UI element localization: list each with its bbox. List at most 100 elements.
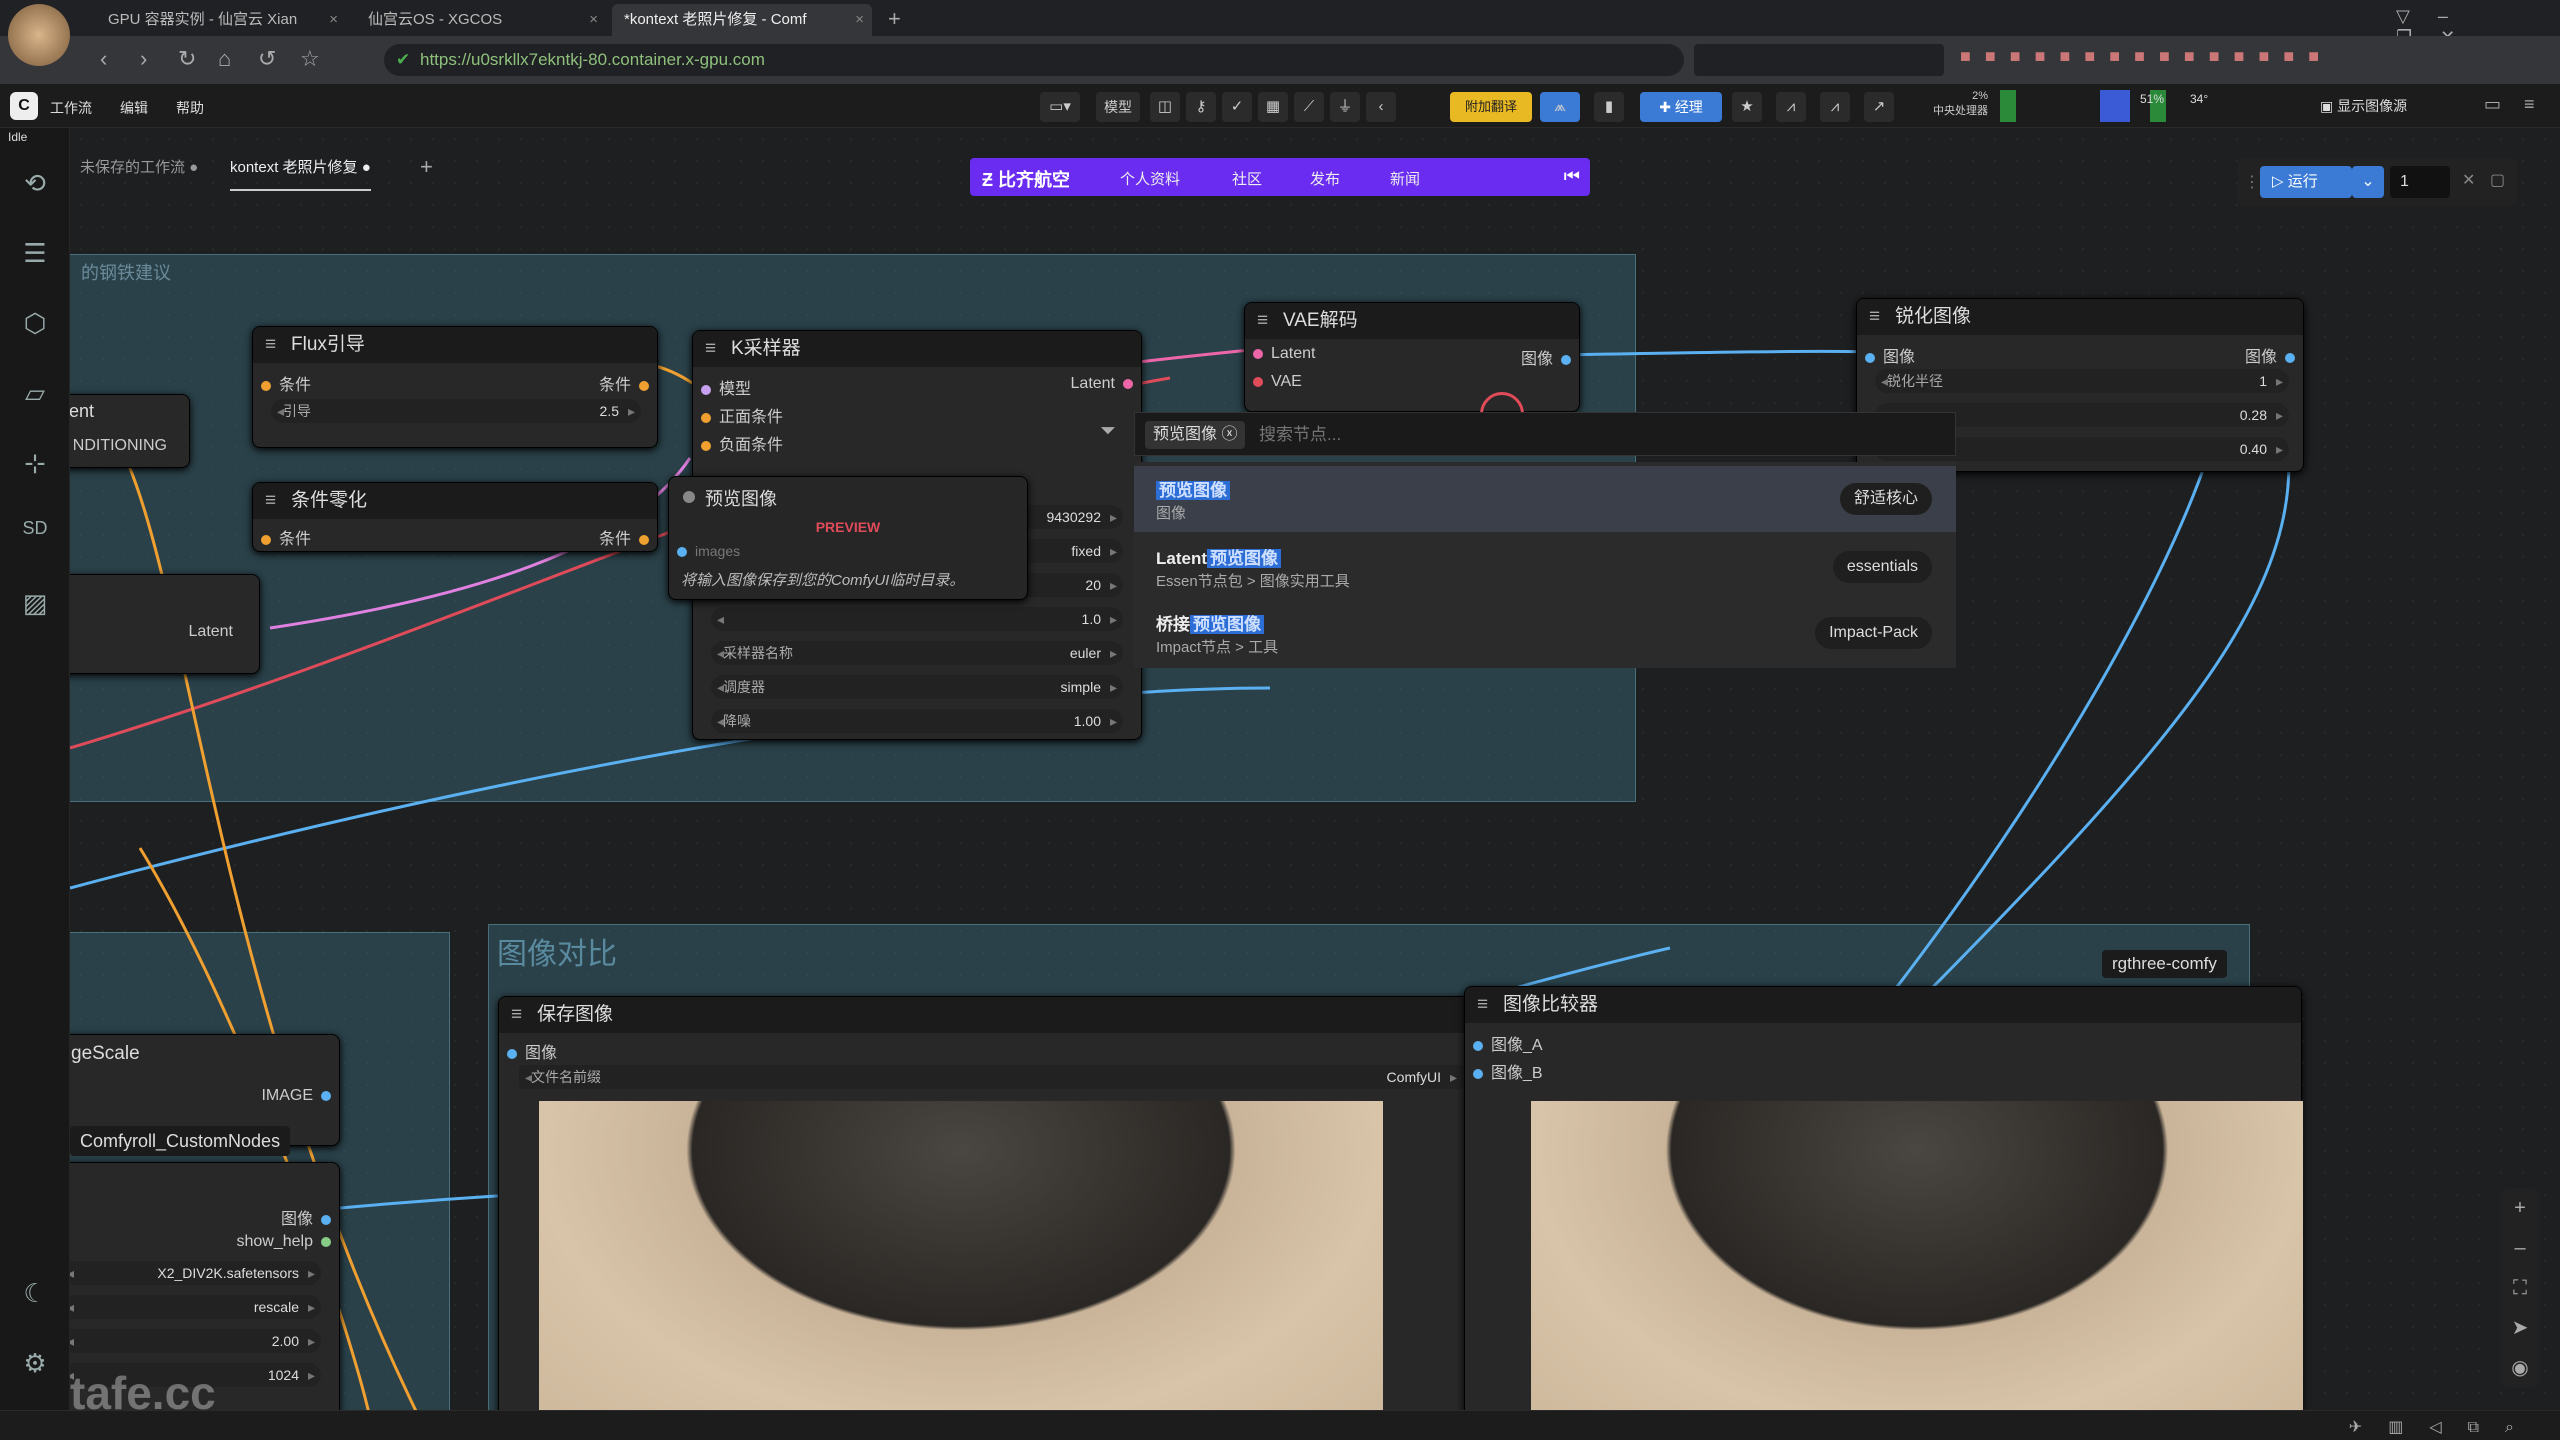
node-save-image[interactable]: 保存图像 图像 文件名前缀ComfyUI (498, 996, 1482, 1410)
browser-tab-comfy[interactable]: *kontext 老照片修复 - Comf × (612, 4, 872, 36)
run-count-input[interactable]: 1 (2390, 166, 2450, 198)
avatar[interactable] (8, 4, 70, 66)
queue-list-icon[interactable]: ☰ (18, 238, 52, 272)
plug-icon[interactable]: ⏚ (1330, 92, 1360, 122)
close-icon[interactable]: × (329, 4, 338, 36)
guidance-widget[interactable]: 引导2.5 (271, 399, 641, 423)
new-tab-button[interactable]: + (888, 6, 901, 32)
node-conditioning-zero[interactable]: 条件零化 条件 条件 (252, 482, 658, 552)
browser-tabbar: GPU 容器实例 - 仙宫云 Xian × 仙宫云OS - XGCOS × *kon… (0, 0, 2560, 66)
reload-icon[interactable]: ↻ (178, 46, 196, 72)
sd-icon[interactable]: ⩕ (1540, 92, 1580, 122)
model-widget[interactable]: X2_DIV2K.safetensors (70, 1261, 321, 1285)
browser-search-input[interactable] (1694, 44, 1944, 76)
banner-community[interactable]: 社区 (1232, 168, 1262, 189)
browser-tab-gpu[interactable]: GPU 容器实例 - 仙宫云 Xian × (96, 4, 346, 36)
collapse-icon[interactable]: ‹ (1366, 92, 1396, 122)
denoise-widget[interactable]: 降噪1.00 (711, 709, 1123, 733)
banner-publish[interactable]: 发布 (1310, 168, 1340, 189)
history-icon[interactable]: ⟲ (18, 168, 52, 202)
star-icon[interactable]: ☆ (300, 46, 320, 72)
check-icon[interactable]: ✓ (1222, 92, 1252, 122)
collapse-icon[interactable]: ⏮ (1564, 166, 1580, 187)
mode-widget[interactable]: rescale (70, 1295, 321, 1319)
node-flux-guidance[interactable]: Flux引导 条件 条件 引导2.5 (252, 326, 658, 448)
cfg-widget[interactable]: 1.0 (711, 607, 1123, 631)
chart-icon[interactable]: ⟋ (1294, 92, 1324, 122)
node-canvas[interactable]: 未保存的工作流 ● kontext 老照片修复 ● + 的钢铁建议 图像对比 e… (70, 128, 2560, 1410)
tray-icons[interactable]: ✈▥◁⧉⌕ (2349, 1417, 2540, 1437)
translate-button[interactable]: 附加翻译 (1450, 92, 1532, 122)
app-menubar: C 工作流 编辑 帮助 ▭▾ 模型 ◫ ⚷ ✓ ▦ ⟋ ⏚ ‹ 附加翻译 ⩕ ▮… (0, 84, 2560, 128)
menu-edit[interactable]: 编辑 (120, 98, 148, 118)
sd-pp-icon[interactable]: SD (18, 518, 52, 552)
filter-icon[interactable]: ⏷ (1100, 420, 1130, 450)
close-icon[interactable]: × (589, 4, 598, 36)
run-dropdown[interactable]: ⌄ (2352, 166, 2384, 198)
eye-icon[interactable]: ◉ (2500, 1348, 2540, 1388)
show-image-toggle[interactable]: ▣ 显示图像源 (2320, 96, 2407, 116)
back-icon[interactable]: ‹ (100, 46, 107, 72)
banner-profile[interactable]: 个人资料 (1120, 168, 1180, 189)
url-input[interactable]: ✔ https://u0srkllx7ekntkj-80.container.x-… (384, 44, 1684, 76)
banner-news[interactable]: 新闻 (1390, 168, 1420, 189)
search-results: 预览图像 图像 舒适核心 Latent 预览图像 Essen节点包 > 图像实用工… (1134, 462, 1956, 668)
search-result[interactable]: 预览图像 图像 舒适核心 (1134, 466, 1956, 532)
menu-workflow[interactable]: 工作流 (50, 98, 92, 118)
close-icon[interactable]: × (855, 4, 864, 36)
node-image-comparer[interactable]: 图像比较器 图像_A 图像_B (1464, 986, 2303, 1410)
node-vae-decode[interactable]: VAE解码 Latent VAE 图像 (1244, 302, 1580, 412)
search-result[interactable]: Latent 预览图像 Essen节点包 > 图像实用工具 essentials (1134, 534, 1956, 600)
node-preview-image[interactable]: 预览图像 PREVIEW images 将输入图像保存到您的ComfyUI临时目… (668, 476, 1028, 600)
models-button[interactable]: 模型 (1096, 92, 1140, 122)
node2-icon[interactable]: ⩘ (1820, 92, 1850, 122)
brand-logo[interactable]: Ƶ 比齐航空 (982, 166, 1070, 192)
hierarchy-icon[interactable]: ⊹ (18, 448, 52, 482)
node-conditioning[interactable]: ent NDITIONING (70, 394, 190, 468)
scheduler-widget[interactable]: 调度器simple (711, 675, 1123, 699)
zoom-in-icon[interactable]: + (2500, 1188, 2540, 1228)
forward-icon[interactable]: › (140, 46, 147, 72)
scale-widget[interactable]: 2.00 (70, 1329, 321, 1353)
filename-prefix-widget[interactable]: 文件名前缀ComfyUI (519, 1065, 1463, 1089)
close-icon[interactable]: ✕ (2462, 170, 2475, 190)
node-search-input[interactable] (1259, 421, 1859, 449)
run-button[interactable]: ▷ 运行 (2260, 166, 2352, 198)
node-latent-left[interactable]: Latent (70, 574, 260, 674)
undo-icon[interactable]: ↺ (258, 46, 276, 72)
menu-help[interactable]: 帮助 (176, 98, 204, 118)
bookmark-icon[interactable]: ▮ (1594, 92, 1624, 122)
status-text: Idle (8, 130, 28, 144)
queue-icon[interactable]: ◫ (1150, 92, 1180, 122)
panel-icon[interactable]: ▭ (2484, 94, 2501, 115)
drag-handle[interactable]: ⋮ (2244, 172, 2260, 192)
browser-toolbar: ‹ › ↻ ⌂ ↺ ☆ ✔ https://u0srkllx7ekntkj-80.… (0, 36, 2560, 84)
fit-view-icon[interactable]: ⛶ (2500, 1268, 2540, 1308)
folder-icon[interactable]: ▱ (18, 378, 52, 412)
settings-icon[interactable]: ⚙ (18, 1348, 52, 1382)
gallery-icon[interactable]: ▨ (18, 588, 52, 622)
search-result[interactable]: 桥接 预览图像 Impact节点 > 工具 Impact-Pack (1134, 600, 1956, 666)
sampler-widget[interactable]: 采样器名称euler (711, 641, 1123, 665)
extension-icons[interactable]: ■■■■■■■■■■■■■■■ (1960, 46, 2333, 67)
key-icon[interactable]: ⚷ (1186, 92, 1216, 122)
folder-button[interactable]: ▭▾ (1040, 92, 1080, 122)
share-icon[interactable]: ↗ (1864, 92, 1894, 122)
saved-image (539, 1101, 1383, 1410)
zoom-out-icon[interactable]: – (2500, 1228, 2540, 1268)
node-icon[interactable]: ⩘ (1776, 92, 1806, 122)
menu-icon[interactable]: ≡ (2524, 94, 2535, 115)
table-icon[interactable]: ▦ (1258, 92, 1288, 122)
cube-icon[interactable]: ⬡ (18, 308, 52, 342)
sharpen-radius-widget[interactable]: 锐化半径1 (1875, 369, 2289, 393)
browser-tab-xgcos[interactable]: 仙宫云OS - XGCOS × (356, 4, 606, 36)
filter-chip[interactable]: 预览图像 ⓧ (1145, 421, 1246, 449)
moon-icon[interactable]: ☾ (18, 1278, 52, 1312)
select-icon[interactable]: ➤ (2500, 1308, 2540, 1348)
home-icon[interactable]: ⌂ (218, 46, 231, 72)
status-dot (683, 491, 695, 503)
manager-button[interactable]: ✚ 经理 (1640, 92, 1722, 122)
star-button[interactable]: ★ (1732, 92, 1762, 122)
stop-icon[interactable]: ▢ (2490, 170, 2505, 190)
node-search-box[interactable]: 预览图像 ⓧ (1134, 412, 1956, 456)
